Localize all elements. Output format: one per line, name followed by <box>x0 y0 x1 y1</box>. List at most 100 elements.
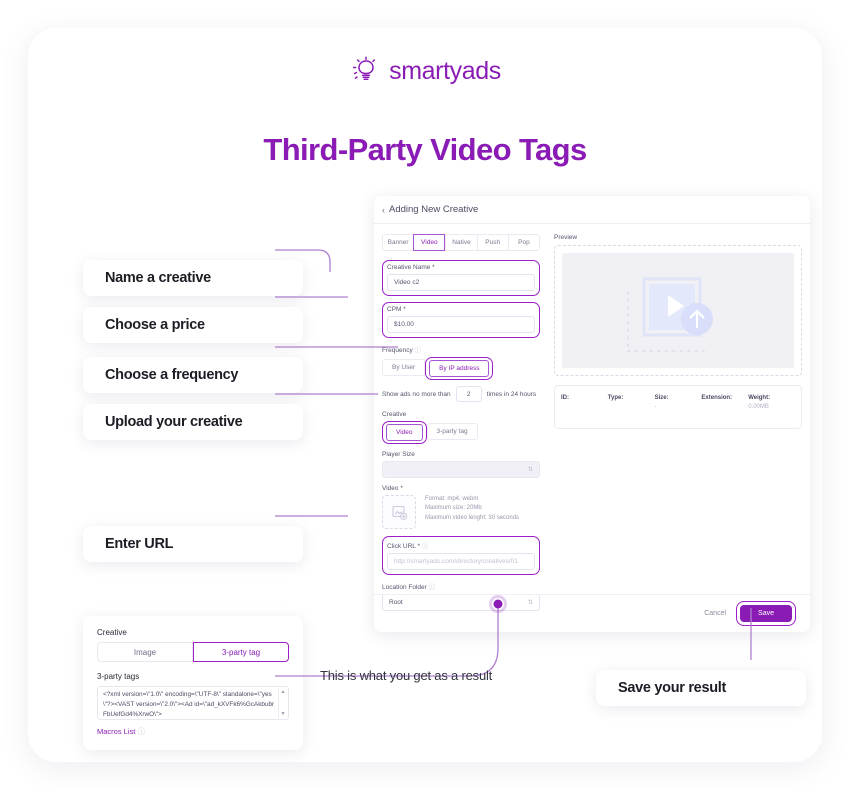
meta-key-weight: Weight: <box>748 395 771 401</box>
frequency-cap-suffix: times in 24 hours <box>486 390 537 398</box>
result-tab-3party[interactable]: 3-party tag <box>193 642 289 662</box>
frequency-group: Frequency ⓘ By User By IP address Show a… <box>382 344 540 402</box>
creative-source-toggle: Video 3-party tag <box>382 421 540 444</box>
creative-source-video-highlight: Video <box>382 421 427 444</box>
result-code-text: <?xml version=\"1.0\" encoding=\"UTF-8\"… <box>103 691 275 718</box>
frequency-label-text: Frequency <box>382 347 413 354</box>
panel-footer: Cancel Save <box>374 594 810 632</box>
brand-name: smartyads <box>389 56 501 85</box>
brand-logo: smartyads <box>28 54 822 88</box>
location-folder-label: Location Folder ⓘ <box>382 581 540 591</box>
creative-source-label: Creative <box>382 411 407 418</box>
click-url-label-text: Click URL * <box>387 543 420 550</box>
page-title: Third-Party Video Tags <box>263 132 587 167</box>
cpm-highlight: CPM * $10.00 <box>382 302 540 338</box>
preview-label: Preview <box>554 234 578 241</box>
panel-body: Banner Video Native Push Pop Creative Na… <box>374 224 810 618</box>
creative-name-label: Creative Name * <box>387 264 435 271</box>
creative-form-panel: ‹ Adding New Creative Banner Video Nativ… <box>374 196 810 632</box>
scroll-down-icon[interactable]: ▼ <box>281 711 286 717</box>
creative-meta-table: ID: Type: Size: - Extension: Weight: 0.0… <box>554 385 802 429</box>
callout-result-note: This is what you get as a result <box>320 668 493 683</box>
frequency-label: Frequency ⓘ <box>382 344 540 354</box>
result-code-box[interactable]: <?xml version=\"1.0\" encoding=\"UTF-8\"… <box>97 686 289 720</box>
video-upload-dropzone[interactable] <box>382 495 416 529</box>
tab-banner[interactable]: Banner <box>382 234 414 251</box>
video-upload-row: Format: mp4, webm Maximum size: 20Mb Max… <box>382 495 540 529</box>
macros-list-link[interactable]: Macros List ⓘ <box>97 726 289 737</box>
info-icon-location-folder[interactable]: ⓘ <box>429 584 436 591</box>
frequency-by-ip-highlight: By IP address <box>425 357 494 380</box>
frequency-cap-input[interactable]: 2 <box>455 386 482 402</box>
frequency-cap-row: Show ads no more than 2 times in 24 hour… <box>382 386 540 402</box>
meta-key-type: Type: <box>607 395 624 401</box>
frequency-by-user[interactable]: By User <box>382 359 426 376</box>
result-tabs: Image 3-party tag <box>97 642 289 662</box>
cpm-label: CPM * <box>387 306 406 313</box>
video-label: Video * <box>382 485 403 492</box>
info-icon-frequency[interactable]: ⓘ <box>415 347 422 354</box>
creative-name-input[interactable]: Video c2 <box>387 274 535 291</box>
macros-list-text: Macros List <box>97 727 136 736</box>
result-card: Creative Image 3-party tag 3-party tags … <box>83 616 303 750</box>
meta-key-extension: Extension: <box>701 395 733 401</box>
callout-choose-frequency: Choose a frequency <box>83 357 303 393</box>
frequency-cap-prefix: Show ads no more than <box>382 390 451 398</box>
chevron-updown-icon: ⇅ <box>527 466 533 473</box>
meta-value-size: - <box>654 404 657 410</box>
meta-cell-id: ID: <box>561 395 608 428</box>
save-button-highlight: Save <box>736 601 796 626</box>
callout-upload-creative: Upload your creative <box>83 404 303 440</box>
page-card: smartyads Third-Party Video Tags ‹ Addin… <box>28 28 822 762</box>
frequency-by-ip[interactable]: By IP address <box>429 360 490 377</box>
creative-name-highlight: Creative Name * Video c2 <box>382 260 540 296</box>
meta-cell-size: Size: - <box>655 395 702 428</box>
location-folder-label-text: Location Folder <box>382 584 427 591</box>
callout-choose-price: Choose a price <box>83 307 303 343</box>
panel-header-title: Adding New Creative <box>389 204 479 215</box>
back-chevron-icon[interactable]: ‹ <box>382 205 385 215</box>
tab-pop[interactable]: Pop <box>507 234 541 251</box>
player-size-label: Player Size <box>382 451 415 458</box>
scroll-up-icon[interactable]: ▲ <box>281 689 286 695</box>
meta-key-size: Size: <box>654 395 669 401</box>
result-tab-image[interactable]: Image <box>97 642 193 662</box>
result-tags-label: 3-party tags <box>97 672 140 681</box>
video-maxlength-line: Maximum video lenght: 30 seconds <box>425 514 520 521</box>
creative-source-3party[interactable]: 3-party tag <box>426 423 478 440</box>
callout-enter-url: Enter URL <box>83 526 303 562</box>
click-url-label: Click URL * ⓘ <box>387 540 535 550</box>
panel-header: ‹ Adding New Creative <box>374 196 810 224</box>
info-icon-click-url[interactable]: ⓘ <box>422 543 429 550</box>
creative-source-video[interactable]: Video <box>386 424 423 441</box>
tab-push[interactable]: Push <box>476 234 508 251</box>
lightbulb-icon <box>349 54 383 88</box>
creative-source-group: Creative Video 3-party tag <box>382 411 540 444</box>
video-upload-group: Video * Format: mp4, webm Maximum size: … <box>382 485 540 529</box>
info-icon-macros[interactable]: ⓘ <box>137 727 145 736</box>
form-column: Banner Video Native Push Pop Creative Na… <box>382 234 541 618</box>
preview-dropzone[interactable] <box>554 245 802 376</box>
add-image-icon <box>391 505 407 520</box>
meta-key-id: ID: <box>561 395 569 401</box>
frequency-toggle: By User By IP address <box>382 357 540 380</box>
cancel-button[interactable]: Cancel <box>704 610 726 617</box>
click-url-input[interactable]: http://smartyads.com/directory/creatives… <box>387 553 535 570</box>
code-scrollbar[interactable]: ▲ ▼ <box>278 688 287 718</box>
meta-cell-extension: Extension: <box>701 395 748 428</box>
player-size-select[interactable]: ⇅ <box>382 461 540 478</box>
meta-cell-type: Type: <box>608 395 655 428</box>
tab-video[interactable]: Video <box>413 234 446 251</box>
cpm-input[interactable]: $10.00 <box>387 316 535 333</box>
preview-column: Preview ID: Type: Size: - Extension: Wei… <box>540 234 802 618</box>
tab-native[interactable]: Native <box>445 234 477 251</box>
creative-type-tabs: Banner Video Native Push Pop <box>382 234 541 251</box>
video-placeholder-icon <box>627 277 713 352</box>
meta-value-weight: 0.00MB <box>748 404 769 410</box>
callout-save-result: Save your result <box>596 670 806 706</box>
player-size-group: Player Size ⇅ <box>382 451 540 478</box>
save-button[interactable]: Save <box>740 605 792 622</box>
preview-stage <box>562 253 794 368</box>
video-format-line: Format: mp4, webm <box>425 496 479 502</box>
result-creative-label: Creative <box>97 628 127 637</box>
